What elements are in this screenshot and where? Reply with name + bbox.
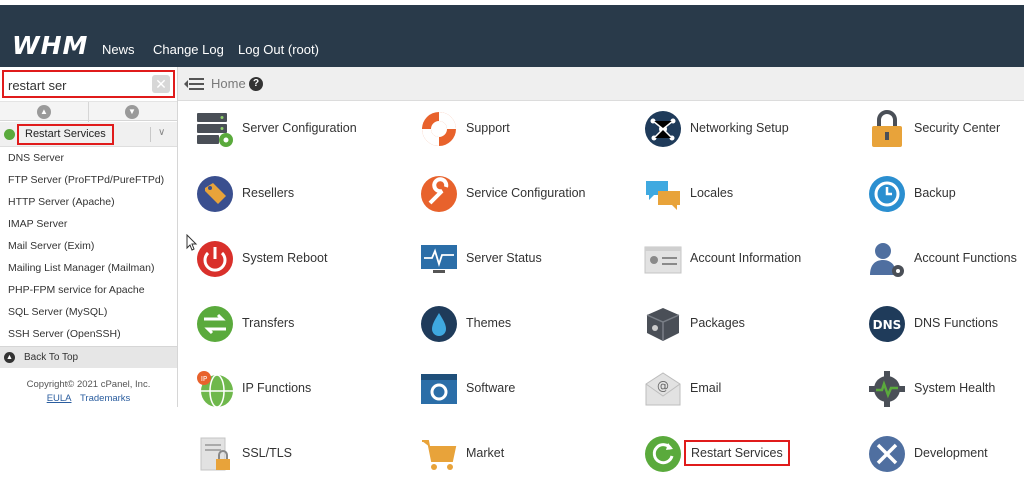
tile-label[interactable]: System Reboot [242,251,327,265]
sidebar-item-mail-server[interactable]: Mail Server (Exim) [8,240,94,252]
sidebar-item-dns-server[interactable]: DNS Server [8,152,64,164]
padlock-icon [872,110,902,147]
search-input[interactable] [8,76,148,94]
gear-pulse-icon [869,371,905,407]
power-icon [197,241,233,277]
back-to-top-label[interactable]: Back To Top [24,352,78,363]
tile-label[interactable]: Market [466,446,504,460]
sidebar-item-php-fpm[interactable]: PHP-FPM service for Apache [8,284,145,296]
footer-links: EULA Trademarks [0,393,177,404]
svg-text:DNS: DNS [873,318,902,332]
tile-label[interactable]: DNS Functions [914,316,998,330]
lifebuoy-icon [422,112,456,146]
wrench-icon [421,176,457,212]
certificate-lock-icon [200,437,230,471]
tile-label[interactable]: Support [466,121,510,135]
tile-label[interactable]: SSL/TLS [242,446,292,460]
tile-label[interactable]: Email [690,381,721,395]
tag-icon [197,176,233,212]
breadcrumb-home[interactable]: Home [211,76,246,91]
arrow-up-icon: ▲ [4,352,15,363]
software-window-icon [421,374,457,404]
whm-logo[interactable]: WHM [12,31,88,60]
back-to-top[interactable]: ▲ Back To Top [0,346,177,368]
tile-label[interactable]: Server Status [466,251,542,265]
tile-label[interactable]: Development [914,446,988,460]
shopping-cart-icon [422,440,457,470]
backup-clock-icon [869,176,905,212]
chevron-down-icon[interactable]: ∨ [158,127,165,138]
sidebar-item-http-server[interactable]: HTTP Server (Apache) [8,196,115,208]
category-restart-services[interactable]: Restart Services ∨ [0,122,177,147]
nav-news[interactable]: News [102,42,135,57]
menu-toggle-icon[interactable] [184,76,204,92]
tile-label[interactable]: Account Functions [914,251,1017,265]
tile-label[interactable]: IP Functions [242,381,311,395]
tile-label[interactable]: Themes [466,316,511,330]
top-header: WHM News Change Log Log Out (root) [0,5,1024,67]
mouse-cursor-icon [186,234,198,251]
sidebar-item-mailing-list[interactable]: Mailing List Manager (Mailman) [8,262,154,274]
tile-label[interactable]: Security Center [914,121,1000,135]
category-divider [150,127,151,142]
clear-search-icon[interactable]: ✕ [152,75,170,93]
id-card-icon [644,246,682,274]
tools-icon [869,436,905,472]
tile-label[interactable]: Transfers [242,316,294,330]
eula-link[interactable]: EULA [47,393,72,404]
sidebar-item-imap-server[interactable]: IMAP Server [8,218,67,230]
arrow-divider [88,102,89,122]
restart-icon [4,129,15,140]
copyright: Copyright© 2021 cPanel, Inc. [26,379,151,390]
sidebar-collapse-controls: ▲ ▼ [0,101,177,122]
collapse-up-icon[interactable]: ▲ [37,105,51,119]
tile-label[interactable]: System Health [914,381,995,395]
help-icon[interactable]: ? [249,77,263,91]
restart-icon [645,436,681,472]
server-configuration-icon [197,113,233,147]
trademarks-link[interactable]: Trademarks [80,393,130,404]
monitor-pulse-icon [421,245,457,273]
category-label[interactable]: Restart Services [17,124,114,145]
svg-text:IP: IP [201,375,207,383]
speech-bubbles-icon [646,181,680,210]
paint-drop-icon [421,306,457,342]
sidebar-item-sql-server[interactable]: SQL Server (MySQL) [8,306,107,318]
sidebar-search: ✕ [2,70,175,98]
tile-label[interactable]: Packages [690,316,745,330]
globe-ip-icon: IP [197,371,233,408]
nav-change-log[interactable]: Change Log [153,42,224,57]
breadcrumb: Home ? [178,67,1024,101]
tile-label[interactable]: Backup [914,186,956,200]
user-gear-icon [870,243,904,277]
network-icon [645,111,681,147]
tile-label[interactable]: Account Information [690,251,801,265]
sidebar: ✕ ▲ ▼ Restart Services ∨ DNS Server FTP … [0,67,178,407]
tile-label[interactable]: Locales [690,186,733,200]
package-box-icon [646,308,680,341]
envelope-at-icon: @ [645,372,681,406]
svg-text:@: @ [657,379,669,393]
tile-label[interactable]: Restart Services [684,440,790,466]
expand-down-icon[interactable]: ▼ [125,105,139,119]
transfer-arrows-icon [197,306,233,342]
sidebar-item-ftp-server[interactable]: FTP Server (ProFTPd/PureFTPd) [8,174,164,186]
tile-label[interactable]: Networking Setup [690,121,789,135]
sidebar-item-ssh-server[interactable]: SSH Server (OpenSSH) [8,328,121,340]
tile-label[interactable]: Resellers [242,186,294,200]
tile-label[interactable]: Service Configuration [466,186,586,200]
tile-label[interactable]: Server Configuration [242,121,357,135]
dns-icon: DNS [869,306,905,342]
tile-label[interactable]: Software [466,381,515,395]
nav-logout[interactable]: Log Out (root) [238,42,319,57]
